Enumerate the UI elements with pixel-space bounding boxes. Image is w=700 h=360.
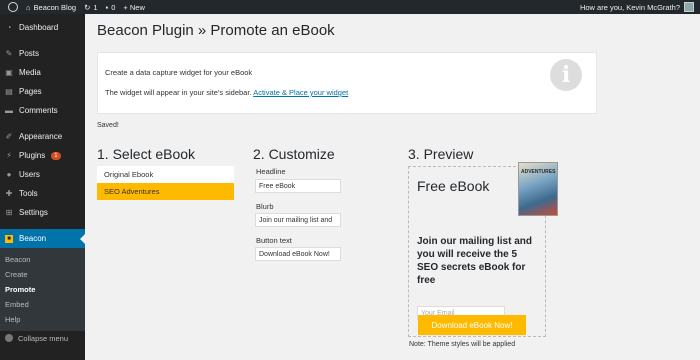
- my-account-link[interactable]: How are you, Kevin McGrath?: [580, 2, 694, 12]
- button-text-label: Button text: [256, 236, 292, 245]
- menu-item-media[interactable]: ▣ Media: [0, 63, 85, 82]
- media-icon: ▣: [5, 68, 13, 77]
- site-name: Beacon Blog: [33, 2, 77, 12]
- menu-label: Appearance: [19, 132, 63, 141]
- menu-label: Settings: [19, 208, 48, 217]
- menu-label: Plugins: [19, 151, 46, 160]
- submenu-item-beacon[interactable]: Beacon: [0, 252, 85, 267]
- menu-label: Beacon: [19, 234, 47, 243]
- beacon-icon: ■: [5, 234, 13, 243]
- select-ebook-heading: 1. Select eBook: [97, 146, 196, 162]
- submenu-item-promote[interactable]: Promote: [0, 282, 85, 297]
- menu-item-settings[interactable]: ⊞ Settings: [0, 203, 85, 222]
- preview-blurb: Join our mailing list and you will recei…: [417, 236, 533, 286]
- comments-link[interactable]: ▪ 0: [106, 3, 116, 12]
- ebook-list: Original Ebook SEO Adventures: [97, 166, 234, 200]
- updates-count: 1: [93, 2, 98, 12]
- submenu-item-help[interactable]: Help: [0, 312, 85, 327]
- wordpress-logo-icon[interactable]: [8, 2, 18, 12]
- admin-bar: ⌂ Beacon Blog ↻ 1 ▪ 0 + New How are you,…: [0, 0, 700, 14]
- site-name-link[interactable]: ⌂ Beacon Blog: [26, 3, 76, 12]
- notice-line-2: The widget will appear in your site's si…: [105, 88, 348, 97]
- page-icon: ▤: [5, 87, 13, 96]
- refresh-icon: ↻: [84, 2, 91, 12]
- main-content: Beacon Plugin » Promote an eBook Create …: [85, 14, 700, 360]
- cover-title: ADVENTURES: [521, 169, 556, 175]
- saved-message: Saved!: [97, 122, 119, 129]
- menu-label: Users: [19, 170, 40, 179]
- admin-sidebar: ◔ Dashboard ✎ Posts ▣ Media ▤ Pages ▬ Co…: [0, 14, 85, 360]
- theme-styles-note: Note: Theme styles will be applied: [409, 341, 516, 348]
- menu-label: Dashboard: [19, 23, 59, 32]
- blurb-input[interactable]: Join our mailing list and: [255, 213, 341, 227]
- pin-icon: ✎: [5, 49, 13, 58]
- beacon-submenu: Beacon Create Promote Embed Help: [0, 248, 85, 331]
- collapse-menu-button[interactable]: Collapse menu: [0, 331, 68, 345]
- dashboard-icon: ◔: [6, 23, 12, 32]
- collapse-label: Collapse menu: [18, 333, 69, 343]
- user-icon: ●: [6, 170, 12, 179]
- plug-icon: ⚡: [6, 151, 12, 160]
- menu-label: Posts: [19, 49, 40, 58]
- updates-link[interactable]: ↻ 1: [84, 3, 97, 12]
- headline-label: Headline: [256, 167, 286, 176]
- collapse-icon: [5, 334, 13, 342]
- menu-label: Pages: [19, 87, 42, 96]
- menu-item-dashboard[interactable]: ◔ Dashboard: [0, 18, 85, 37]
- download-ebook-button[interactable]: Download eBook Now!: [418, 315, 526, 335]
- activate-widget-link[interactable]: Activate & Place your widget: [253, 88, 348, 97]
- ebook-cover-image: ADVENTURES: [518, 162, 558, 216]
- submenu-item-embed[interactable]: Embed: [0, 297, 85, 312]
- ebook-option-original[interactable]: Original Ebook: [97, 166, 234, 183]
- notice-text: The widget will appear in your site's si…: [105, 88, 254, 97]
- menu-item-plugins[interactable]: ⚡ Plugins 1: [0, 146, 85, 165]
- blurb-label: Blurb: [256, 202, 274, 211]
- menu-item-tools[interactable]: ✚ Tools: [0, 184, 85, 203]
- comments-count: 0: [111, 2, 116, 12]
- menu-item-users[interactable]: ● Users: [0, 165, 85, 184]
- menu-item-posts[interactable]: ✎ Posts: [0, 44, 85, 63]
- customize-heading: 2. Customize: [253, 146, 335, 162]
- comment-icon: ▪: [105, 2, 109, 12]
- ebook-option-seo-adventures[interactable]: SEO Adventures: [97, 183, 234, 200]
- menu-item-comments[interactable]: ▬ Comments: [0, 101, 85, 120]
- greeting: How are you, Kevin McGrath?: [579, 2, 680, 12]
- menu-label: Comments: [19, 106, 58, 115]
- new-content-link[interactable]: + New: [123, 3, 144, 12]
- notice-line-1: Create a data capture widget for your eB…: [105, 68, 253, 77]
- info-icon: i: [550, 59, 582, 91]
- preview-heading: 3. Preview: [408, 146, 474, 162]
- menu-label: Media: [19, 68, 41, 77]
- home-icon: ⌂: [26, 2, 31, 12]
- comment-icon: ▬: [5, 106, 13, 115]
- submenu-item-create[interactable]: Create: [0, 267, 85, 282]
- avatar: [684, 2, 694, 12]
- menu-label: Tools: [19, 189, 38, 198]
- headline-input[interactable]: Free eBook: [255, 179, 341, 193]
- menu-item-beacon[interactable]: ■ Beacon: [0, 229, 85, 248]
- menu-item-appearance[interactable]: ✐ Appearance: [0, 127, 85, 146]
- settings-icon: ⊞: [5, 208, 13, 217]
- wrench-icon: ✚: [5, 189, 13, 198]
- preview-headline: Free eBook: [417, 178, 490, 194]
- page-title: Beacon Plugin » Promote an eBook: [97, 22, 335, 39]
- info-notice: Create a data capture widget for your eB…: [97, 52, 597, 114]
- menu-item-pages[interactable]: ▤ Pages: [0, 82, 85, 101]
- brush-icon: ✐: [5, 132, 13, 141]
- plugins-update-badge: 1: [51, 151, 61, 160]
- button-text-input[interactable]: Download eBook Now!: [255, 247, 341, 261]
